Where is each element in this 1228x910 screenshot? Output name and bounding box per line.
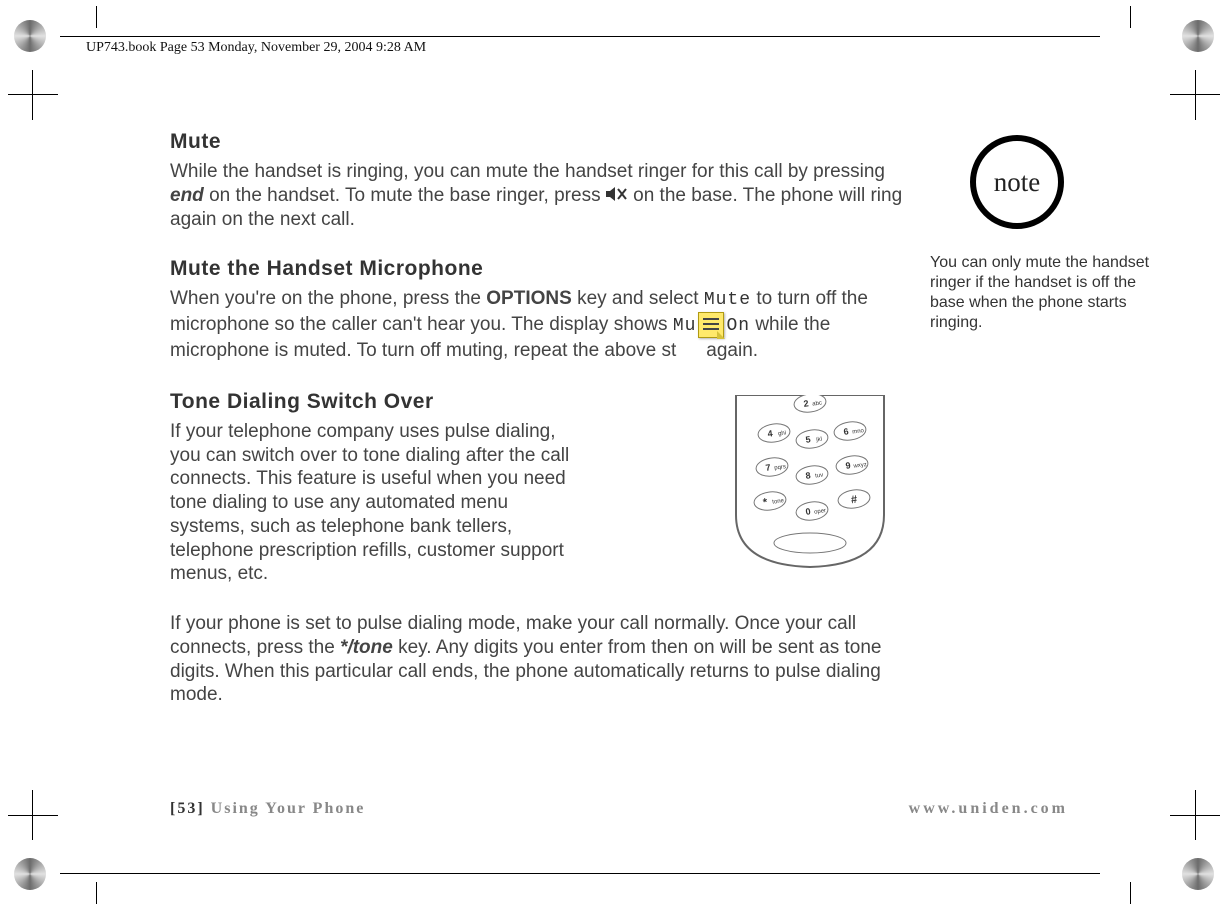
crop-line [32,70,33,120]
phone-keypad-illustration: 2abc 4ghi 5jkl 6mno [730,395,890,570]
crop-line [32,790,33,840]
framemaker-header: UP743.book Page 53 Monday, November 29, … [86,40,426,56]
footer-url: www.uniden.com [909,800,1068,818]
svg-text:jkl: jkl [815,437,822,444]
paragraph-mute-mic: When you're on the phone, press the OPTI… [170,287,910,364]
crop-line [1195,70,1196,120]
paragraph-tonedial-1: If your telephone company uses pulse dia… [170,420,570,586]
text: on the handset. To mute the base ringer,… [209,185,606,206]
crop-line [1130,882,1131,904]
crop-target-icon [14,858,46,890]
crop-line [8,815,58,816]
crop-line [1195,790,1196,840]
footer-left: [53] Using Your Phone [170,800,365,818]
note-badge-label: note [994,167,1041,198]
main-column: Mute While the handset is ringing, you c… [170,130,910,733]
page-footer: [53] Using Your Phone www.uniden.com [170,800,1068,818]
note-badge-icon: note [970,135,1064,229]
footer-page-number: [53] [170,800,205,817]
key-star-tone: */tone [340,637,393,658]
key-options: OPTIONS [486,288,572,309]
paragraph-tonedial-2: If your phone is set to pulse dialing mo… [170,612,910,707]
crop-target-icon [1182,20,1214,52]
crop-line [96,882,97,904]
crop-target-icon [14,20,46,52]
paragraph-mute: While the handset is ringing, you can mu… [170,160,910,231]
crop-target-icon [1182,858,1214,890]
section-tonedial: Tone Dialing Switch Over If your telepho… [170,390,910,707]
key-end: end [170,185,204,206]
footer-section: Using Your Phone [211,800,366,817]
text: When you're on the phone, press the [170,288,486,309]
crop-line [60,36,1100,37]
crop-line [96,6,97,28]
svg-text:tuv: tuv [815,472,824,479]
heading-mute: Mute [170,130,910,154]
crop-line [8,94,58,95]
manual-page: UP743.book Page 53 Monday, November 29, … [0,0,1228,910]
speaker-mute-icon [606,184,628,208]
sticky-note-icon [698,312,724,338]
crop-line [60,873,1100,874]
text: key and select [577,288,704,309]
lcd-text-muteon-b: On [726,316,750,336]
side-note-column: note You can only mute the handset ringe… [930,135,1165,333]
lcd-text-mute: Mute [704,290,751,310]
text: While the handset is ringing, you can mu… [170,161,885,182]
svg-text:ghi: ghi [778,430,787,437]
crop-line [1130,6,1131,28]
heading-mute-mic: Mute the Handset Microphone [170,257,910,281]
lcd-text-muteon-a: Mu [673,316,697,336]
note-text: You can only mute the handset ringer if … [930,253,1165,333]
text: again. [706,340,758,361]
